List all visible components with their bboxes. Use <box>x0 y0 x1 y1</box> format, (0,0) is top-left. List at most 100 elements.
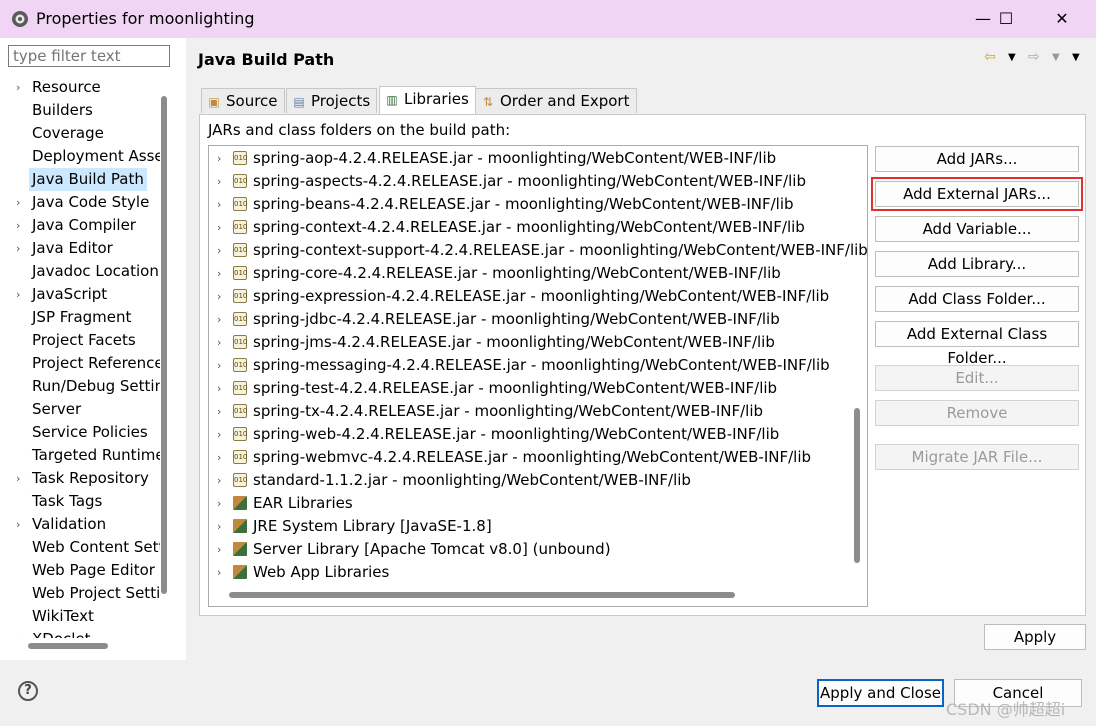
tab-libraries[interactable]: ▥ Libraries <box>379 86 476 115</box>
tree-item[interactable]: Server <box>32 398 81 421</box>
expand-chevron-icon[interactable]: › <box>217 469 221 492</box>
tree-item[interactable]: Web Project Settings <box>32 582 160 605</box>
view-menu-icon[interactable]: ▼ <box>1072 52 1080 63</box>
tree-expand-chevron-icon[interactable]: › <box>16 513 20 536</box>
tree-item[interactable]: Java Editor <box>32 237 113 260</box>
build-path-entry[interactable]: › 010 spring-context-4.2.4.RELEASE.jar - m… <box>209 216 849 239</box>
tree-item[interactable]: XDoclet <box>32 628 91 638</box>
expand-chevron-icon[interactable]: › <box>217 170 221 193</box>
forward-menu-chevron-icon[interactable]: ▼ <box>1052 52 1060 63</box>
list-horizontal-scrollbar[interactable] <box>229 592 735 598</box>
tree-item[interactable]: Java Compiler <box>32 214 136 237</box>
apply-and-close-button[interactable]: Apply and Close <box>817 679 944 707</box>
list-vertical-scrollbar[interactable] <box>854 408 860 563</box>
expand-chevron-icon[interactable]: › <box>217 193 221 216</box>
tree-item[interactable]: WikiText <box>32 605 94 628</box>
tree-item[interactable]: Resource <box>32 76 101 99</box>
tree-item[interactable]: Task Tags <box>32 490 102 513</box>
build-path-entry[interactable]: › Web App Libraries <box>209 561 849 584</box>
add-library-button[interactable]: Add Library... <box>875 251 1079 277</box>
tree-item[interactable]: Coverage <box>32 122 104 145</box>
expand-chevron-icon[interactable]: › <box>217 423 221 446</box>
tree-expand-chevron-icon[interactable]: › <box>16 628 20 638</box>
tree-item[interactable]: Web Content Settings <box>32 536 160 559</box>
build-path-entry[interactable]: › 010 spring-webmvc-4.2.4.RELEASE.jar - mo… <box>209 446 849 469</box>
build-path-entry[interactable]: › 010 spring-expression-4.2.4.RELEASE.jar … <box>209 285 849 308</box>
expand-chevron-icon[interactable]: › <box>217 492 221 515</box>
tree-item[interactable]: Builders <box>32 99 93 122</box>
expand-chevron-icon[interactable]: › <box>217 216 221 239</box>
tree-expand-chevron-icon[interactable]: › <box>16 237 20 260</box>
forward-arrow-icon[interactable]: ⇨ <box>1028 49 1040 65</box>
expand-chevron-icon[interactable]: › <box>217 331 221 354</box>
tree-horizontal-scrollbar[interactable] <box>28 643 108 649</box>
expand-chevron-icon[interactable]: › <box>217 446 221 469</box>
tree-item[interactable]: Web Page Editor <box>32 559 155 582</box>
edit-button[interactable]: Edit... <box>875 365 1079 391</box>
build-path-entry[interactable]: › 010 spring-aspects-4.2.4.RELEASE.jar - m… <box>209 170 849 193</box>
tree-vertical-scrollbar[interactable] <box>161 96 167 594</box>
add-external-class-folder-button[interactable]: Add External Class Folder... <box>875 321 1079 367</box>
tree-expand-chevron-icon[interactable]: › <box>16 214 20 237</box>
tree-item[interactable]: Service Policies <box>32 421 148 444</box>
tab-source[interactable]: ▣ Source <box>201 88 285 113</box>
build-path-entry[interactable]: › 010 spring-test-4.2.4.RELEASE.jar - moon… <box>209 377 849 400</box>
tree-expand-chevron-icon[interactable]: › <box>16 76 20 99</box>
build-path-list[interactable]: › Web App Libraries › Server Library [Apach… <box>208 145 868 607</box>
expand-chevron-icon[interactable]: › <box>217 354 221 377</box>
back-menu-chevron-icon[interactable]: ▼ <box>1008 52 1016 63</box>
expand-chevron-icon[interactable]: › <box>217 147 221 170</box>
tree-item[interactable]: Java Code Style <box>32 191 149 214</box>
back-arrow-icon[interactable]: ⇦ <box>984 49 996 65</box>
build-path-entry[interactable]: › 010 spring-messaging-4.2.4.RELEASE.jar -… <box>209 354 849 377</box>
remove-button[interactable]: Remove <box>875 400 1079 426</box>
tree-expand-chevron-icon[interactable]: › <box>16 467 20 490</box>
expand-chevron-icon[interactable]: › <box>217 285 221 308</box>
expand-chevron-icon[interactable]: › <box>217 400 221 423</box>
tree-item[interactable]: Javadoc Location <box>32 260 159 283</box>
build-path-entry[interactable]: › 010 standard-1.1.2.jar - moonlighting/We… <box>209 469 849 492</box>
add-external-jars-button[interactable]: Add External JARs... <box>871 177 1083 211</box>
tree-item[interactable]: Task Repository <box>32 467 149 490</box>
build-path-entry[interactable]: › 010 spring-core-4.2.4.RELEASE.jar - moon… <box>209 262 849 285</box>
tree-item[interactable]: Project References <box>32 352 160 375</box>
expand-chevron-icon[interactable]: › <box>217 308 221 331</box>
add-jars-button[interactable]: Add JARs... <box>875 146 1079 172</box>
expand-chevron-icon[interactable]: › <box>217 239 221 262</box>
build-path-entry[interactable]: › 010 spring-aop-4.2.4.RELEASE.jar - moonl… <box>209 147 849 170</box>
maximize-button[interactable]: ☐ <box>983 6 1029 32</box>
build-path-entry[interactable]: › 010 spring-web-4.2.4.RELEASE.jar - moonl… <box>209 423 849 446</box>
filter-input[interactable] <box>8 45 170 67</box>
build-path-entry[interactable]: › 010 spring-beans-4.2.4.RELEASE.jar - moo… <box>209 193 849 216</box>
build-path-entry[interactable]: › 010 spring-context-support-4.2.4.RELEASE… <box>209 239 867 262</box>
tree-item[interactable]: JavaScript <box>32 283 107 306</box>
expand-chevron-icon[interactable]: › <box>217 538 221 561</box>
build-path-entry[interactable]: › 010 spring-tx-4.2.4.RELEASE.jar - moonli… <box>209 400 849 423</box>
migrate-jar-button[interactable]: Migrate JAR File... <box>875 444 1079 470</box>
build-path-entry[interactable]: › 010 spring-jms-4.2.4.RELEASE.jar - moonl… <box>209 331 849 354</box>
tree-item[interactable]: Run/Debug Settings <box>32 375 160 398</box>
build-path-entry[interactable]: › EAR Libraries <box>209 492 849 515</box>
build-path-entry[interactable]: › JRE System Library [JavaSE-1.8] <box>209 515 849 538</box>
tab-order-and-export[interactable]: ⇅ Order and Export <box>475 88 637 113</box>
tree-item[interactable]: JSP Fragment <box>32 306 131 329</box>
tree-item[interactable]: Java Build Path <box>29 168 147 191</box>
add-class-folder-button[interactable]: Add Class Folder... <box>875 286 1079 312</box>
tree-item[interactable]: Project Facets <box>32 329 136 352</box>
close-button[interactable]: ✕ <box>1039 6 1085 32</box>
build-path-entry[interactable]: › 010 spring-jdbc-4.2.4.RELEASE.jar - moon… <box>209 308 849 331</box>
add-variable-button[interactable]: Add Variable... <box>875 216 1079 242</box>
tree-item[interactable]: Validation <box>32 513 106 536</box>
apply-button[interactable]: Apply <box>984 624 1086 650</box>
expand-chevron-icon[interactable]: › <box>217 262 221 285</box>
tree-item[interactable]: Targeted Runtimes <box>32 444 160 467</box>
build-path-entry[interactable]: › Server Library [Apache Tomcat v8.0] (un… <box>209 538 849 561</box>
tab-projects[interactable]: ▤ Projects <box>286 88 378 113</box>
expand-chevron-icon[interactable]: › <box>217 377 221 400</box>
tree-item[interactable]: Deployment Assembly <box>32 145 160 168</box>
expand-chevron-icon[interactable]: › <box>217 515 221 538</box>
tree-expand-chevron-icon[interactable]: › <box>16 191 20 214</box>
help-icon[interactable]: ? <box>18 681 38 701</box>
expand-chevron-icon[interactable]: › <box>217 561 221 584</box>
tree-expand-chevron-icon[interactable]: › <box>16 283 20 306</box>
